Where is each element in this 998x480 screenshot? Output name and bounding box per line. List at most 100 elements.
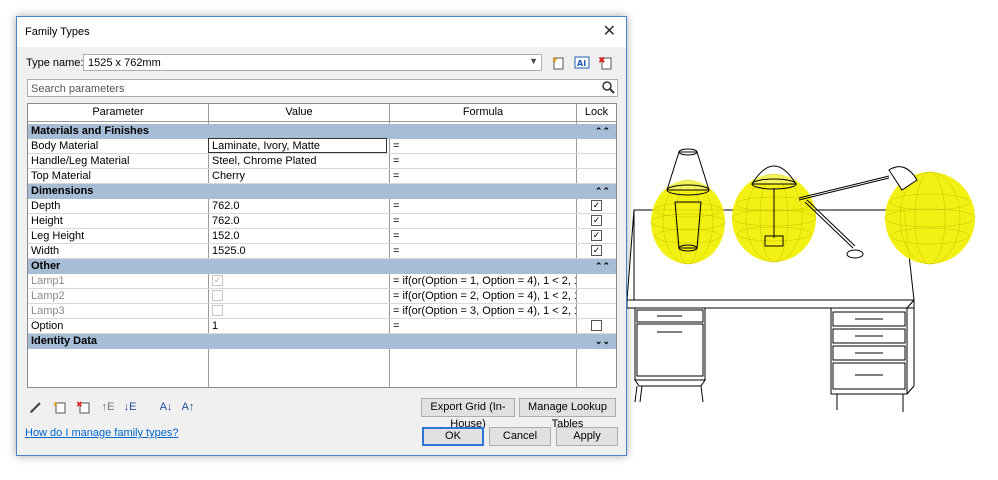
type-name-value: 1525 x 762mm bbox=[88, 57, 161, 69]
table-row[interactable]: Body Material Laminate, Ivory, Matte = bbox=[28, 138, 616, 154]
table-row[interactable]: Height 762.0 = ✓ bbox=[28, 214, 616, 229]
section-label: Materials and Finishes bbox=[31, 125, 149, 137]
new-parameter-icon[interactable]: ✶ bbox=[51, 398, 69, 416]
chevron-down-icon: ▼ bbox=[529, 56, 538, 66]
table-row[interactable]: Lamp2 = if(or(Option = 2, Option = 4), 1… bbox=[28, 289, 616, 304]
lock-checkbox[interactable] bbox=[591, 320, 602, 331]
section-materials-and-finishes[interactable]: Materials and Finishes ⌃⌃ bbox=[28, 124, 616, 139]
column-header-lock[interactable]: Lock bbox=[577, 104, 616, 122]
param-formula[interactable]: = if(or(Option = 1, Option = 4), 1 < 2, … bbox=[390, 274, 576, 288]
param-name: Handle/Leg Material bbox=[31, 155, 130, 167]
param-formula[interactable]: = bbox=[390, 169, 576, 183]
param-formula[interactable]: = bbox=[390, 244, 576, 258]
section-label: Identity Data bbox=[31, 335, 98, 347]
parameters-grid: Parameter Value Formula Lock Materials a… bbox=[27, 103, 617, 388]
param-value[interactable]: Cherry bbox=[209, 169, 389, 183]
column-header-parameter[interactable]: Parameter bbox=[28, 104, 208, 122]
column-header-value[interactable]: Value bbox=[209, 104, 389, 122]
sort-ascending-icon[interactable]: A↓ bbox=[157, 398, 175, 416]
table-row[interactable]: Depth 762.0 = ✓ bbox=[28, 199, 616, 214]
dialog-title: Family Types bbox=[25, 26, 90, 38]
table-row[interactable]: Handle/Leg Material Steel, Chrome Plated… bbox=[28, 154, 616, 169]
param-name: Lamp1 bbox=[31, 275, 65, 287]
collapse-icon[interactable]: ⌃⌃ bbox=[595, 124, 610, 139]
value-checkbox bbox=[212, 305, 223, 316]
param-value[interactable]: 152.0 bbox=[209, 229, 389, 243]
param-name: Top Material bbox=[31, 170, 91, 182]
section-other[interactable]: Other ⌃⌃ bbox=[28, 259, 616, 274]
edit-parameter-icon[interactable] bbox=[27, 398, 45, 416]
move-down-icon[interactable]: ↓E bbox=[121, 398, 139, 416]
search-icon[interactable] bbox=[601, 80, 615, 97]
type-name-dropdown[interactable]: 1525 x 762mm ▼ bbox=[83, 54, 542, 71]
param-formula[interactable]: = bbox=[390, 199, 576, 213]
section-label: Dimensions bbox=[31, 185, 94, 197]
table-row[interactable]: Width 1525.0 = ✓ bbox=[28, 244, 616, 259]
param-value[interactable]: 1525.0 bbox=[209, 244, 389, 258]
param-value[interactable]: Steel, Chrome Plated bbox=[209, 154, 389, 168]
svg-text:✶: ✶ bbox=[52, 400, 59, 409]
family-types-dialog: Family Types ✕ Type name: 1525 x 762mm ▼… bbox=[16, 16, 627, 456]
move-up-icon[interactable]: ↑E bbox=[99, 398, 117, 416]
cancel-button[interactable]: Cancel bbox=[489, 427, 551, 446]
lamp-wireframe-2 bbox=[731, 165, 817, 263]
search-input[interactable]: Search parameters bbox=[27, 79, 618, 97]
svg-text:✖: ✖ bbox=[598, 56, 606, 66]
param-formula[interactable]: = if(or(Option = 2, Option = 4), 1 < 2, … bbox=[390, 289, 576, 303]
param-name: Height bbox=[31, 215, 63, 227]
table-row[interactable]: Leg Height 152.0 = ✓ bbox=[28, 229, 616, 244]
collapse-icon[interactable]: ⌃⌃ bbox=[595, 184, 610, 199]
param-name: Leg Height bbox=[31, 230, 85, 242]
delete-parameter-icon[interactable]: ✖ bbox=[75, 398, 93, 416]
param-formula[interactable]: = bbox=[390, 139, 576, 153]
new-type-icon[interactable]: ✶ bbox=[550, 54, 568, 72]
param-name: Body Material bbox=[31, 140, 99, 152]
svg-text:✖: ✖ bbox=[76, 400, 83, 409]
param-name: Lamp2 bbox=[31, 290, 65, 302]
collapse-icon[interactable]: ⌃⌃ bbox=[595, 259, 610, 274]
section-label: Other bbox=[31, 260, 61, 272]
param-value[interactable]: 762.0 bbox=[209, 199, 389, 213]
table-row[interactable]: Top Material Cherry = bbox=[28, 169, 616, 184]
desk-preview-image bbox=[627, 148, 976, 412]
lock-checkbox[interactable]: ✓ bbox=[591, 245, 602, 256]
svg-text:✶: ✶ bbox=[551, 56, 559, 66]
title-bar: Family Types ✕ bbox=[17, 17, 626, 47]
param-formula[interactable]: = bbox=[390, 229, 576, 243]
export-grid-button[interactable]: Export Grid (In-House) bbox=[421, 398, 515, 430]
manage-lookup-tables-button[interactable]: Manage Lookup Tables bbox=[519, 398, 616, 430]
lamp-wireframe-1 bbox=[650, 148, 726, 265]
param-name: Width bbox=[31, 245, 60, 257]
param-name: Option bbox=[31, 320, 64, 332]
expand-icon[interactable]: ⌄⌄ bbox=[595, 334, 610, 349]
table-row[interactable]: Option 1 = bbox=[28, 319, 616, 334]
param-formula[interactable]: = bbox=[390, 154, 576, 168]
lock-checkbox[interactable]: ✓ bbox=[591, 215, 602, 226]
section-identity-data[interactable]: Identity Data ⌄⌄ bbox=[28, 334, 616, 349]
param-formula[interactable]: = bbox=[390, 319, 576, 333]
param-formula[interactable]: = bbox=[390, 214, 576, 228]
param-name: Depth bbox=[31, 200, 61, 212]
param-name: Lamp3 bbox=[31, 305, 65, 317]
column-header-formula[interactable]: Formula bbox=[390, 104, 576, 122]
lock-checkbox[interactable]: ✓ bbox=[591, 200, 602, 211]
rename-type-icon[interactable]: AI bbox=[573, 54, 591, 72]
close-icon[interactable]: ✕ bbox=[603, 21, 616, 41]
sort-descending-icon[interactable]: A↑ bbox=[179, 398, 197, 416]
table-row[interactable]: Lamp1 ✓ = if(or(Option = 1, Option = 4),… bbox=[28, 274, 616, 289]
value-checkbox bbox=[212, 290, 223, 301]
section-dimensions[interactable]: Dimensions ⌃⌃ bbox=[28, 184, 616, 199]
param-value[interactable]: 1 bbox=[209, 319, 389, 333]
value-checkbox: ✓ bbox=[212, 275, 223, 286]
search-placeholder: Search parameters bbox=[31, 83, 125, 95]
ok-button[interactable]: OK bbox=[422, 427, 484, 446]
apply-button[interactable]: Apply bbox=[556, 427, 618, 446]
table-row[interactable]: Lamp3 = if(or(Option = 3, Option = 4), 1… bbox=[28, 304, 616, 319]
param-formula[interactable]: = if(or(Option = 3, Option = 4), 1 < 2, … bbox=[390, 304, 576, 318]
delete-type-icon[interactable]: ✖ bbox=[597, 54, 615, 72]
help-link[interactable]: How do I manage family types? bbox=[25, 427, 178, 439]
type-name-label: Type name: bbox=[26, 57, 84, 69]
value-edit-box[interactable] bbox=[208, 138, 387, 153]
lock-checkbox[interactable]: ✓ bbox=[591, 230, 602, 241]
param-value[interactable]: 762.0 bbox=[209, 214, 389, 228]
